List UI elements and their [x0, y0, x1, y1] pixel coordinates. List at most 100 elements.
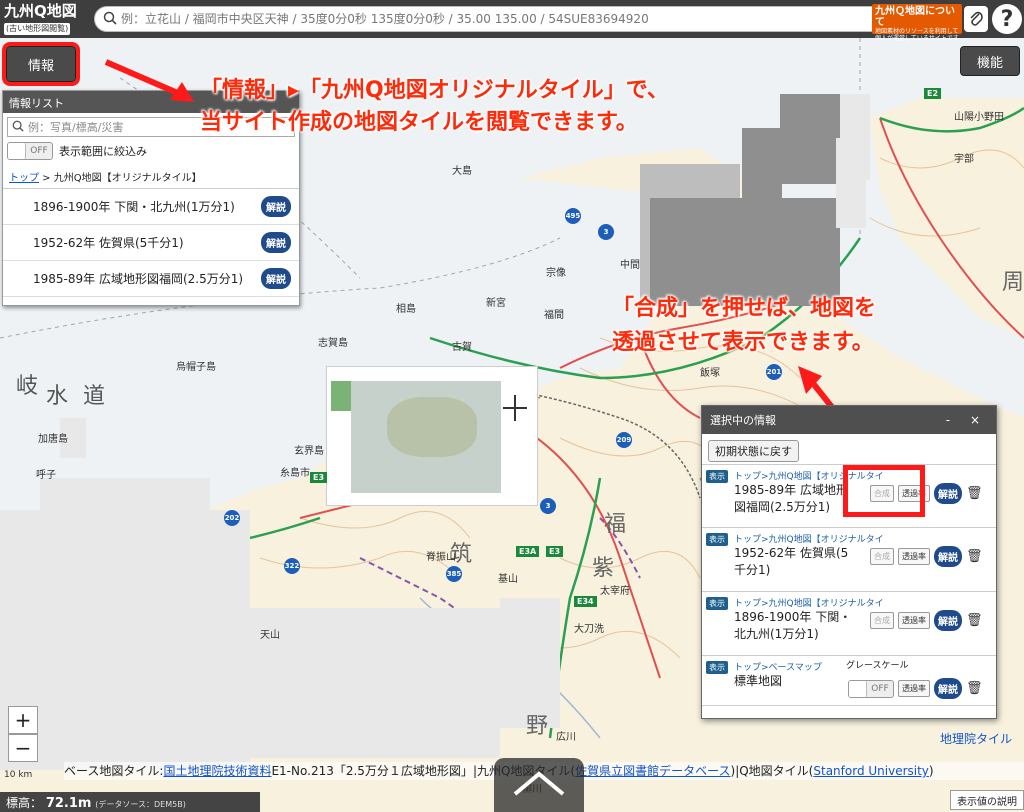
- paperclip-button[interactable]: [964, 6, 988, 32]
- map-label: 宗像: [546, 268, 566, 279]
- elevation-label: 標高：: [6, 796, 43, 810]
- explain-button[interactable]: 解説: [261, 232, 291, 253]
- historical-tile: [650, 198, 840, 306]
- explain-button[interactable]: 解説: [261, 196, 291, 217]
- panel-header: 選択中の情報 - ×: [702, 406, 996, 434]
- compose-button[interactable]: 合成: [870, 548, 894, 565]
- paperclip-icon: [969, 9, 983, 30]
- show-button[interactable]: 表示: [706, 661, 728, 674]
- elevation-help-button[interactable]: 表示値の説明: [950, 790, 1024, 810]
- trash-icon[interactable]: 🗑: [966, 613, 983, 628]
- explain-button[interactable]: 解説: [261, 268, 291, 289]
- layer-path: トップ>九州Q地図【オリジナルタイ: [734, 599, 884, 609]
- breadcrumb: トップ > 九州Q地図【オリジナルタイル】: [3, 163, 299, 189]
- gsi-link[interactable]: 国土地理院技術資料: [163, 764, 271, 778]
- map-label: 大島: [452, 166, 472, 177]
- trash-icon[interactable]: 🗑: [966, 681, 983, 696]
- map-label: 大刀洗: [574, 624, 604, 635]
- expand-bottom-button[interactable]: [494, 758, 584, 812]
- breadcrumb-top-link[interactable]: トップ: [9, 173, 39, 184]
- explain-button[interactable]: 解説: [934, 546, 962, 567]
- map-label: 呼子: [36, 470, 56, 481]
- route-badge: 3: [598, 224, 614, 240]
- attrib-middle: E1-No.213「2.5万分１広域地形図」: [271, 764, 473, 778]
- about-site-button[interactable]: 九州Ｑ地図について 地図素材のリソースを利用して 個人が運営しているサイトです: [872, 4, 962, 42]
- zoom-out-button[interactable]: −: [8, 734, 38, 762]
- annotation-text: 「情報」▸「九州Q地図オリジナルタイル」で、: [200, 78, 669, 103]
- elevation-readout: 標高： 72.1m (データソース：DEM5B): [0, 792, 260, 812]
- list-item[interactable]: 1896-1900年 下関・北九州(1万分1) 解説: [3, 189, 299, 225]
- show-button[interactable]: 表示: [706, 470, 728, 483]
- grayscale-label: グレースケール: [846, 661, 909, 671]
- map-label: 福間: [544, 310, 564, 321]
- route-badge: 3: [540, 498, 556, 514]
- selected-layer-item: 表示 トップ>九州Q地図【オリジナルタイ 1952-62年 佐賀県(5千分1) …: [702, 528, 996, 592]
- trash-icon[interactable]: 🗑: [966, 486, 983, 501]
- toggle-text: 表示範囲に絞込み: [59, 145, 147, 158]
- selected-layer-item: 表示 トップ>ベースマップ 標準地図 グレースケール OFF 透過率 解説 🗑: [702, 656, 996, 706]
- toggle-knob: [8, 143, 26, 159]
- toggle-knob: [849, 680, 867, 697]
- explain-button[interactable]: 解説: [934, 610, 962, 631]
- show-button[interactable]: 表示: [706, 533, 728, 546]
- saga-library-link[interactable]: 佐賀県立図書館データベース: [575, 764, 730, 778]
- route-badge: 209: [616, 432, 632, 448]
- reset-button[interactable]: 初期状態に戻す: [708, 440, 799, 462]
- stanford-link[interactable]: Stanford University: [813, 764, 929, 778]
- list-item-label: 1985-89年 広域地形図福岡(2.5万分1): [33, 272, 244, 286]
- selected-layer-item: 表示 トップ>九州Q地図【オリジナルタイ 1896-1900年 下関・北九州(1…: [702, 592, 996, 656]
- opacity-button[interactable]: 透過率: [898, 612, 930, 629]
- attrib-prefix: ベース地図タイル:: [64, 764, 164, 778]
- functions-button[interactable]: 機能: [960, 46, 1020, 76]
- scale-bar: 10 km: [4, 770, 33, 780]
- selected-info-panel: 選択中の情報 - × 初期状態に戻す 表示 トップ>九州Q地図【オリジナルタイ …: [701, 405, 997, 719]
- layer-name: 1896-1900年 下関・北九州(1万分1): [734, 610, 852, 641]
- expressway-badge: E34: [574, 596, 597, 607]
- highlight-box: [843, 465, 925, 517]
- opacity-button[interactable]: 透過率: [898, 548, 930, 565]
- map-label: 野: [526, 714, 549, 739]
- explain-button[interactable]: 解説: [934, 678, 962, 699]
- attrib-suffix: )|Q地図タイル(: [730, 764, 814, 778]
- map-label: 中間: [620, 260, 640, 271]
- panel-title: 選択中の情報: [710, 414, 776, 427]
- map-label: 天山: [260, 630, 280, 641]
- panel-window-controls[interactable]: - ×: [946, 413, 988, 427]
- range-filter-row: OFF 表示範囲に絞込み: [3, 139, 299, 163]
- help-button[interactable]: ?: [992, 4, 1022, 34]
- expressway-badge: E2: [924, 88, 942, 99]
- trash-icon[interactable]: 🗑: [966, 549, 983, 564]
- map-label: 新宮: [486, 298, 506, 309]
- map-label: 広川: [556, 732, 576, 743]
- logo-title: 九州Q地図: [4, 2, 77, 20]
- chevron-up-icon: [511, 770, 567, 801]
- range-filter-toggle[interactable]: OFF: [7, 142, 53, 160]
- elevation-value: 72.1m: [45, 796, 92, 811]
- list-item-label: 1896-1900年 下関・北九州(1万分1): [33, 200, 235, 214]
- search-box[interactable]: [94, 6, 960, 32]
- map-label: 周: [1002, 270, 1024, 295]
- elevation-source: (データソース：DEM5B): [95, 800, 186, 809]
- app-logo[interactable]: 九州Q地図 (古い地形図閲覧): [0, 0, 88, 38]
- map-label: 烏帽子島: [176, 362, 216, 373]
- info-button[interactable]: 情報: [2, 42, 80, 86]
- gsi-tile-label: 地理院タイル: [940, 732, 1013, 746]
- list-item[interactable]: 1952-62年 佐賀県(5千分1) 解説: [3, 225, 299, 261]
- about-line: 地図素材のリソースを利用して: [875, 28, 959, 35]
- map-label: 古賀: [452, 342, 472, 353]
- map-label: 岐: [16, 374, 43, 399]
- search-input[interactable]: [121, 12, 959, 26]
- toggle-state: OFF: [871, 683, 889, 694]
- compose-button[interactable]: 合成: [870, 612, 894, 629]
- show-button[interactable]: 表示: [706, 597, 728, 610]
- grayscale-toggle[interactable]: OFF: [848, 679, 894, 698]
- map-label: 水 道: [46, 384, 109, 409]
- zoom-in-button[interactable]: +: [8, 706, 38, 734]
- map-label: 山陽小野田: [954, 112, 1004, 123]
- filter-placeholder: 例：写真/標高/災害: [28, 121, 124, 134]
- historical-tile: [40, 478, 210, 518]
- list-item[interactable]: 1985-89年 広域地形図福岡(2.5万分1) 解説: [3, 261, 299, 297]
- map-label: 脊振山: [426, 552, 456, 563]
- explain-button[interactable]: 解説: [934, 483, 962, 504]
- opacity-button[interactable]: 透過率: [898, 680, 930, 697]
